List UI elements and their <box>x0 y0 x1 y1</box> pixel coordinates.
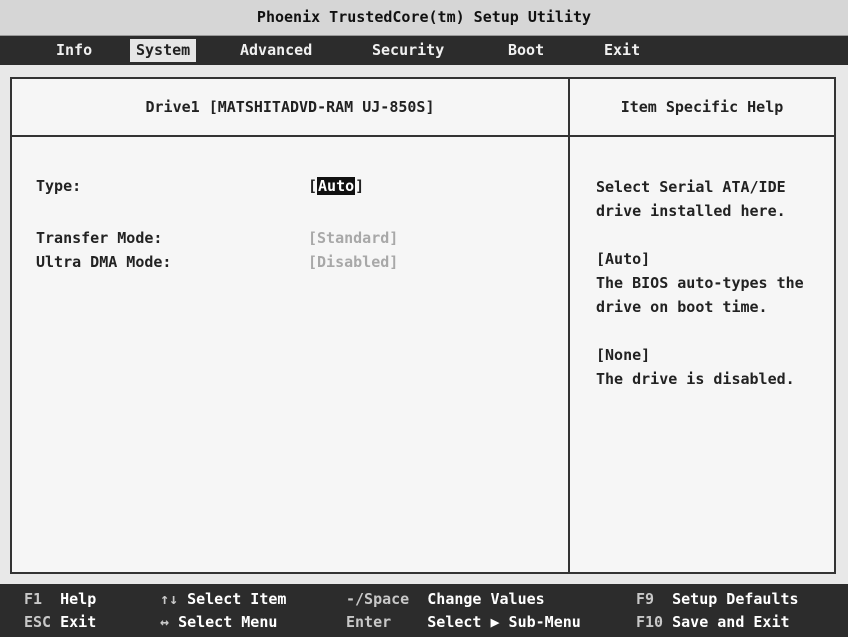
menu-security[interactable]: Security <box>366 39 450 62</box>
help-line: The BIOS auto-types the <box>596 274 804 292</box>
key-leftright: ↔ <box>160 613 170 631</box>
help-line: [None] <box>596 346 651 364</box>
key-legend: F1 Help ↑↓ Select Item -/Space Change Va… <box>0 584 848 637</box>
type-value[interactable]: [Auto] <box>308 177 364 195</box>
menu-bar: Info System Advanced Security Boot Exit <box>0 36 848 65</box>
help-line: drive on boot time. <box>596 298 768 316</box>
header-divider <box>12 135 834 137</box>
key-space-desc: Change Values <box>427 590 545 608</box>
key-updown-desc: Select Item <box>187 590 287 608</box>
panel-heading: Drive1 [MATSHITADVD-RAM UJ-850S] <box>145 98 435 116</box>
type-selected-value[interactable]: Auto <box>317 177 356 195</box>
help-line: [Auto] <box>596 250 651 268</box>
key-esc-desc: Exit <box>60 613 97 631</box>
footer-item: F1 Help <box>24 588 96 610</box>
key-space: -/Space <box>346 590 410 608</box>
key-f1-desc: Help <box>60 590 97 608</box>
footer-item: ↔ Select Menu <box>160 611 277 633</box>
menu-info[interactable]: Info <box>50 39 98 62</box>
help-line: drive installed here. <box>596 202 786 220</box>
footer-item: -/Space Change Values <box>346 588 545 610</box>
key-updown: ↑↓ <box>160 590 179 608</box>
key-f9: F9 <box>636 590 655 608</box>
column-divider <box>568 79 570 572</box>
key-enter-desc: Select ▶ Sub-Menu <box>427 613 581 631</box>
settings-panel: Drive1 [MATSHITADVD-RAM UJ-850S] Item Sp… <box>10 77 836 574</box>
footer-item: ESC Exit <box>24 611 96 633</box>
menu-boot[interactable]: Boot <box>502 39 550 62</box>
footer-item: Enter Select ▶ Sub-Menu <box>346 611 581 633</box>
transfer-mode-label: Transfer Mode: <box>36 229 163 247</box>
help-line: Select Serial ATA/IDE <box>596 178 786 196</box>
type-bracket-open: [ <box>308 177 318 195</box>
menu-exit[interactable]: Exit <box>598 39 646 62</box>
type-bracket-close: ] <box>355 177 365 195</box>
key-f1: F1 <box>24 590 43 608</box>
ultra-dma-mode-value: [Disabled] <box>308 253 399 271</box>
ultra-dma-mode-label: Ultra DMA Mode: <box>36 253 172 271</box>
footer-item: F9 Setup Defaults <box>636 588 799 610</box>
transfer-mode-value: [Standard] <box>308 229 399 247</box>
key-esc: ESC <box>24 613 52 631</box>
menu-system[interactable]: System <box>130 39 197 62</box>
key-f10: F10 <box>636 613 664 631</box>
help-line: The drive is disabled. <box>596 370 795 388</box>
key-f9-desc: Setup Defaults <box>672 590 799 608</box>
menu-advanced[interactable]: Advanced <box>234 39 318 62</box>
help-heading: Item Specific Help <box>620 98 784 116</box>
key-f10-desc: Save and Exit <box>672 613 790 631</box>
type-label: Type: <box>36 177 82 195</box>
footer-item: ↑↓ Select Item <box>160 588 286 610</box>
key-leftright-desc: Select Menu <box>178 613 278 631</box>
window-title: Phoenix TrustedCore(tm) Setup Utility <box>0 0 848 36</box>
footer-item: F10 Save and Exit <box>636 611 790 633</box>
key-enter: Enter <box>346 613 392 631</box>
